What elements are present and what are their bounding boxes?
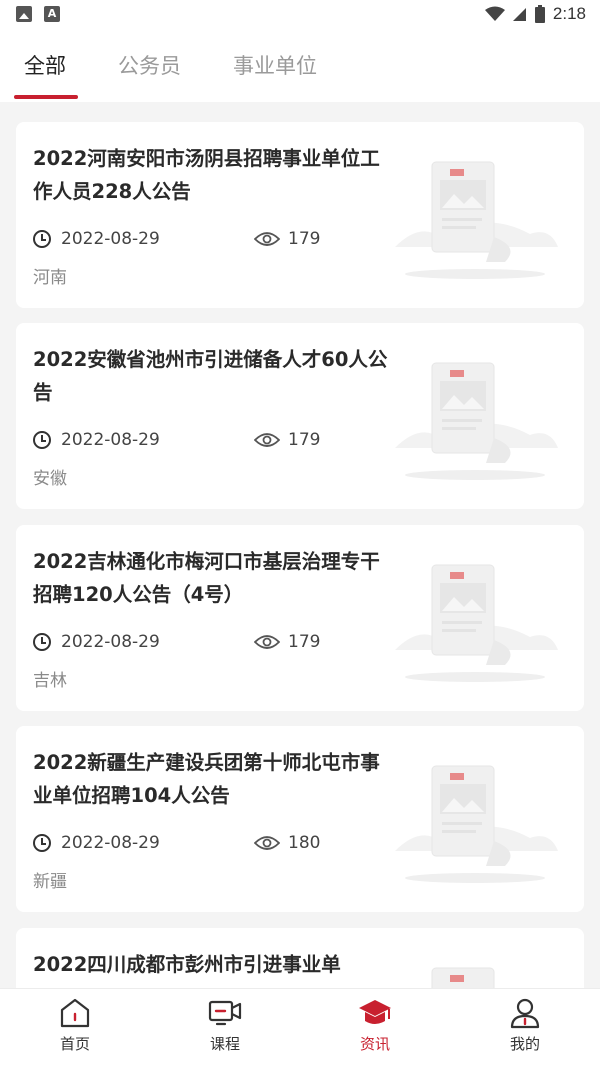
article-date-text: 2022-08-29 xyxy=(61,632,160,652)
tab-civil-servant[interactable]: 公务员 xyxy=(118,50,181,80)
signal-icon xyxy=(512,8,526,21)
category-tabs: 全部 公务员 事业单位 xyxy=(0,30,600,102)
article-views: 179 xyxy=(254,632,320,652)
article-date: 2022-08-29 xyxy=(33,632,160,652)
nav-news[interactable]: 资讯 xyxy=(335,997,415,1054)
tab-public-institution[interactable]: 事业单位 xyxy=(233,50,317,80)
clock-icon xyxy=(33,431,51,449)
eye-icon xyxy=(254,836,280,850)
nav-home[interactable]: 首页 xyxy=(35,997,115,1054)
article-card[interactable]: 2022河南安阳市汤阴县招聘事业单位工作人员228人公告 2022-08-29 … xyxy=(16,122,584,308)
article-views: 179 xyxy=(254,430,320,450)
article-card[interactable]: 2022吉林通化市梅河口市基层治理专干招聘120人公告（4号） 2022-08-… xyxy=(16,525,584,711)
article-views: 180 xyxy=(254,833,320,853)
article-placeholder-image xyxy=(395,161,558,279)
article-card[interactable]: 2022新疆生产建设兵团第十师北屯市事业单位招聘104人公告 2022-08-2… xyxy=(16,726,584,912)
article-date: 2022-08-29 xyxy=(33,833,160,853)
article-card[interactable]: 2022四川成都市彭州市引进事业单 xyxy=(16,928,584,988)
graduation-cap-icon xyxy=(359,1000,391,1024)
nav-profile[interactable]: 我的 xyxy=(485,997,565,1054)
article-card[interactable]: 2022安徽省池州市引进储备人才60人公告 2022-08-29 179 安徽 xyxy=(16,323,584,509)
article-views-count: 179 xyxy=(288,430,321,450)
nav-course-label: 课程 xyxy=(209,1035,240,1053)
article-views-count: 179 xyxy=(288,229,321,249)
profile-icon xyxy=(510,998,540,1029)
article-date: 2022-08-29 xyxy=(33,229,160,249)
status-bar: A 2:18 xyxy=(0,0,600,30)
nav-news-label: 资讯 xyxy=(359,1035,390,1053)
eye-icon xyxy=(254,635,280,649)
article-title: 2022吉林通化市梅河口市基层治理专干招聘120人公告（4号） xyxy=(33,550,380,606)
article-views: 179 xyxy=(254,229,320,249)
article-placeholder-image xyxy=(395,765,558,883)
a-notification-icon: A xyxy=(44,6,60,22)
article-region: 安徽 xyxy=(33,469,67,489)
course-icon xyxy=(208,1000,242,1026)
eye-icon xyxy=(254,433,280,447)
article-date: 2022-08-29 xyxy=(33,430,160,450)
article-list[interactable]: 2022河南安阳市汤阴县招聘事业单位工作人员228人公告 2022-08-29 … xyxy=(0,102,600,988)
tab-all[interactable]: 全部 xyxy=(24,50,66,80)
notification-icons: A xyxy=(16,6,60,22)
article-title: 2022安徽省池州市引进储备人才60人公告 xyxy=(33,348,388,404)
article-date-text: 2022-08-29 xyxy=(61,833,160,853)
article-title: 2022河南安阳市汤阴县招聘事业单位工作人员228人公告 xyxy=(33,147,380,203)
article-placeholder-image xyxy=(395,362,558,480)
nav-home-label: 首页 xyxy=(59,1035,90,1053)
article-placeholder-image xyxy=(431,967,495,988)
home-icon xyxy=(60,998,90,1028)
eye-icon xyxy=(254,232,280,246)
clock-icon xyxy=(33,834,51,852)
status-right: 2:18 xyxy=(484,4,586,24)
wifi-icon xyxy=(484,6,505,21)
status-time: 2:18 xyxy=(552,4,586,23)
article-views-count: 179 xyxy=(288,632,321,652)
article-region: 河南 xyxy=(33,268,67,288)
article-date-text: 2022-08-29 xyxy=(61,229,160,249)
bottom-navigation: 首页 课程 资讯 我的 xyxy=(0,988,600,1067)
article-region: 新疆 xyxy=(33,872,67,892)
article-region: 吉林 xyxy=(33,671,67,691)
image-notification-icon xyxy=(16,6,32,22)
active-tab-indicator xyxy=(14,95,78,99)
article-date-text: 2022-08-29 xyxy=(61,430,160,450)
battery-icon xyxy=(534,5,545,23)
nav-course[interactable]: 课程 xyxy=(185,997,265,1054)
article-title: 2022新疆生产建设兵团第十师北屯市事业单位招聘104人公告 xyxy=(33,751,380,807)
article-placeholder-image xyxy=(395,564,558,682)
nav-profile-label: 我的 xyxy=(509,1035,540,1053)
clock-icon xyxy=(33,230,51,248)
article-title: 2022四川成都市彭州市引进事业单 xyxy=(33,953,341,976)
article-views-count: 180 xyxy=(288,833,321,853)
clock-icon xyxy=(33,633,51,651)
